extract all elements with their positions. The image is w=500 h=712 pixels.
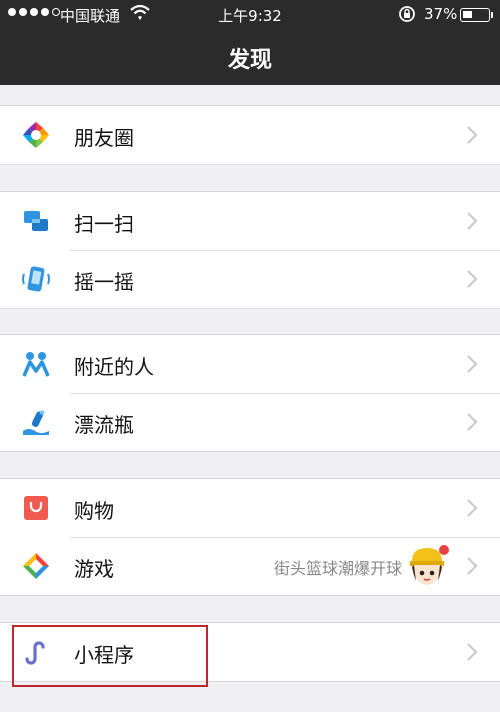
nav-bar: 发现 [0,30,500,85]
menu-item-label: 朋友圈 [74,126,134,150]
rotation-lock-icon [399,6,415,22]
page-title: 发现 [227,48,272,73]
menu-item-shake[interactable]: 摇一摇 [0,250,500,308]
shake-phone-icon [22,266,50,292]
highlight-box [12,625,208,687]
chevron-right-icon [467,643,478,661]
menu-item-scan[interactable]: 扫一扫 [0,192,500,250]
group-nearby-bottle: 附近的人 漂流瓶 [0,334,500,452]
menu-item-moments[interactable]: 朋友圈 [0,106,500,164]
drift-bottle-icon [23,409,49,435]
chevron-right-icon [467,413,478,431]
group-scan-shake: 扫一扫 摇一摇 [0,191,500,309]
chevron-right-icon [467,270,478,288]
menu-item-people-nearby[interactable]: 附近的人 [0,335,500,393]
scan-icon [24,211,48,231]
status-bar: 中国联通 上午9:32 37% [0,0,500,30]
menu-item-label: 扫一扫 [74,212,134,236]
group-moments: 朋友圈 [0,105,500,165]
menu-item-drift-bottle[interactable]: 漂流瓶 [0,393,500,451]
menu-item-label: 漂流瓶 [74,413,134,437]
battery-percent: 37% [424,5,458,23]
battery-icon [460,8,493,22]
game-promo-avatar-icon [410,545,449,585]
menu-item-label: 摇一摇 [74,270,134,294]
games-promo-text: 街头篮球潮爆开球 [273,559,402,578]
shopping-bag-icon [24,496,48,520]
people-nearby-icon [22,352,50,377]
chevron-right-icon [467,355,478,373]
moments-aperture-icon [23,122,49,148]
chevron-right-icon [467,212,478,230]
menu-item-games[interactable]: 游戏 街头篮球潮爆开球 [0,537,500,595]
chevron-right-icon [467,557,478,575]
menu-item-label: 购物 [74,499,114,523]
menu-item-label: 附近的人 [74,355,154,379]
menu-item-label: 游戏 [74,557,114,581]
group-shopping-games: 购物 游戏 街头篮球潮爆开球 [0,478,500,596]
notification-badge [439,545,449,555]
menu-item-shopping[interactable]: 购物 [0,479,500,537]
chevron-right-icon [467,126,478,144]
games-icon [23,553,49,579]
chevron-right-icon [467,499,478,517]
